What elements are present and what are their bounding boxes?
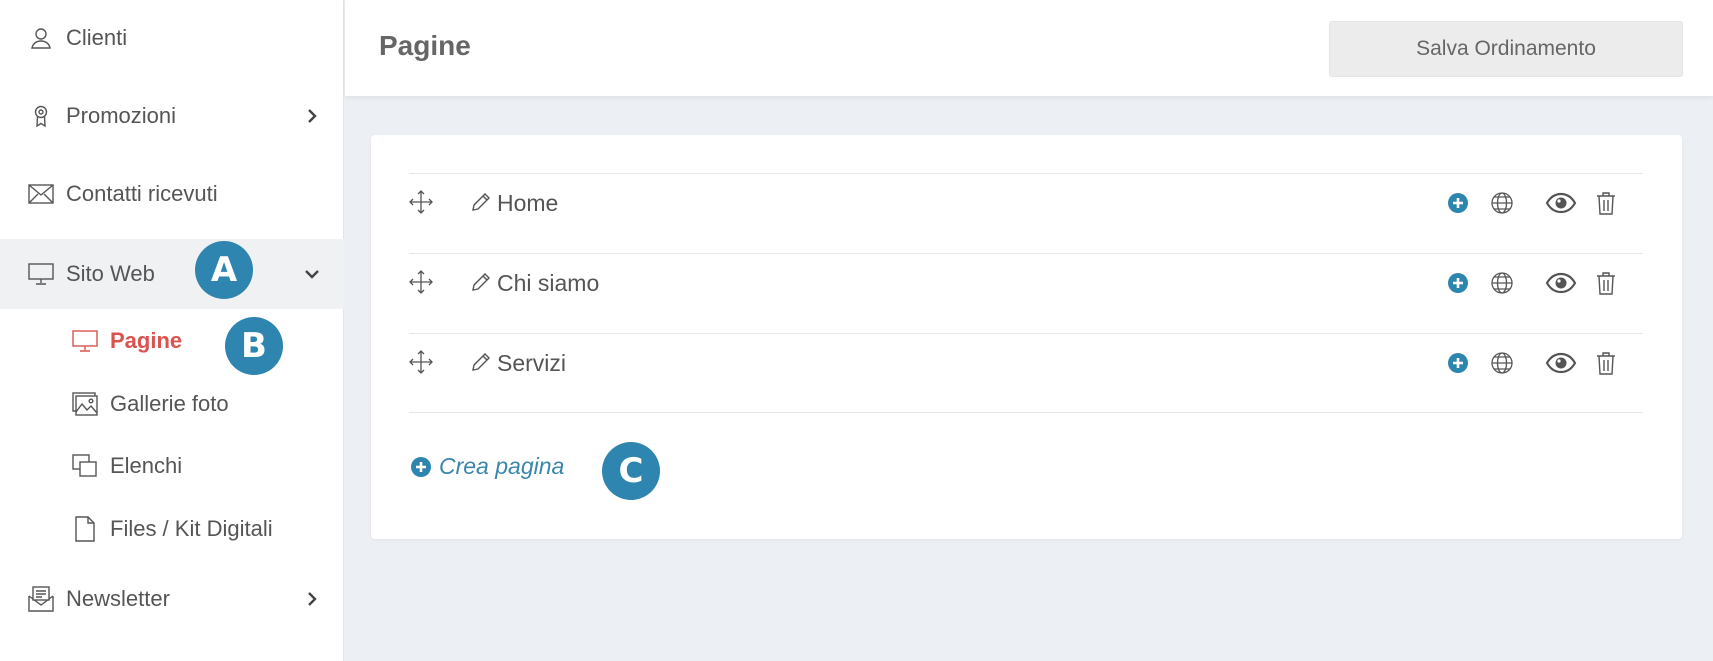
- chevron-right-icon: [304, 108, 320, 124]
- annotation-badge-a: A: [195, 241, 253, 299]
- annotation-badge-b: B: [225, 317, 283, 375]
- annotation-badge-c: C: [602, 442, 660, 500]
- create-page-label: Crea pagina: [439, 453, 565, 479]
- envelope-icon: [28, 181, 54, 207]
- page-title: Pagine: [379, 30, 471, 61]
- chevron-down-icon: [304, 266, 320, 282]
- subitem-label: Elenchi: [110, 453, 183, 478]
- subitem-gallerie-foto[interactable]: Gallerie foto: [0, 376, 344, 432]
- subitem-label: Pagine: [110, 328, 183, 353]
- pages-list: Home Chi siamo Servizi: [409, 173, 1643, 413]
- page-title-link[interactable]: Home: [497, 190, 558, 217]
- monitor-icon: [28, 261, 54, 287]
- sidebar-item-label: Clienti: [66, 25, 128, 50]
- sidebar-item-promozioni[interactable]: Promozioni: [0, 83, 344, 149]
- subitem-label: Files / Kit Digitali: [110, 516, 273, 541]
- row-actions: [1445, 350, 1619, 376]
- pencil-icon[interactable]: [470, 351, 492, 373]
- move-handle-icon[interactable]: [409, 270, 433, 294]
- eye-icon[interactable]: [1545, 270, 1577, 296]
- sidebar-item-label: Sito Web: [66, 261, 155, 286]
- sidebar-item-contatti[interactable]: Contatti ricevuti: [0, 161, 344, 227]
- page-title-link[interactable]: Servizi: [497, 350, 566, 377]
- file-icon: [72, 516, 98, 542]
- move-handle-icon[interactable]: [409, 190, 433, 214]
- sidebar: Clienti Promozioni Contatti ricevuti Sit…: [0, 0, 344, 661]
- sidebar-item-label: Newsletter: [66, 586, 170, 611]
- subitem-elenchi[interactable]: Elenchi: [0, 438, 344, 494]
- list-item: Chi siamo: [409, 253, 1643, 333]
- subitem-pagine[interactable]: Pagine: [0, 313, 344, 369]
- trash-icon[interactable]: [1593, 190, 1619, 216]
- row-actions: [1445, 270, 1619, 296]
- pencil-icon[interactable]: [470, 271, 492, 293]
- pencil-icon[interactable]: [470, 191, 492, 213]
- page-title-link[interactable]: Chi siamo: [497, 270, 599, 297]
- add-icon[interactable]: [1445, 270, 1471, 296]
- copy-icon: [72, 453, 98, 479]
- award-icon: [28, 103, 54, 129]
- user-icon: [28, 25, 54, 51]
- trash-icon[interactable]: [1593, 270, 1619, 296]
- eye-icon[interactable]: [1545, 350, 1577, 376]
- add-icon[interactable]: [1445, 190, 1471, 216]
- sidebar-item-sito-web[interactable]: Sito Web: [0, 239, 344, 309]
- chevron-right-icon: [304, 591, 320, 607]
- add-icon[interactable]: [1445, 350, 1471, 376]
- sidebar-item-newsletter[interactable]: Newsletter: [0, 566, 344, 632]
- add-icon: [409, 455, 433, 479]
- subitem-files-kit-digitali[interactable]: Files / Kit Digitali: [0, 501, 344, 557]
- top-bar: Pagine Salva Ordinamento: [345, 0, 1713, 96]
- list-item: Home: [409, 173, 1643, 253]
- newsletter-icon: [28, 586, 54, 612]
- create-page-link[interactable]: Crea pagina: [409, 453, 564, 480]
- subitem-label: Gallerie foto: [110, 391, 229, 416]
- trash-icon[interactable]: [1593, 350, 1619, 376]
- row-actions: [1445, 190, 1619, 216]
- sidebar-item-label: Contatti ricevuti: [66, 181, 218, 206]
- save-order-button[interactable]: Salva Ordinamento: [1329, 21, 1683, 77]
- globe-icon[interactable]: [1489, 350, 1515, 376]
- eye-icon[interactable]: [1545, 190, 1577, 216]
- pages-card: Home Chi siamo Servizi Crea pagina C: [371, 135, 1682, 539]
- monitor-icon: [72, 328, 98, 354]
- sidebar-item-label: Promozioni: [66, 103, 177, 128]
- globe-icon[interactable]: [1489, 190, 1515, 216]
- sidebar-item-clienti[interactable]: Clienti: [0, 5, 344, 71]
- images-icon: [72, 391, 98, 417]
- move-handle-icon[interactable]: [409, 350, 433, 374]
- list-item: Servizi: [409, 333, 1643, 413]
- globe-icon[interactable]: [1489, 270, 1515, 296]
